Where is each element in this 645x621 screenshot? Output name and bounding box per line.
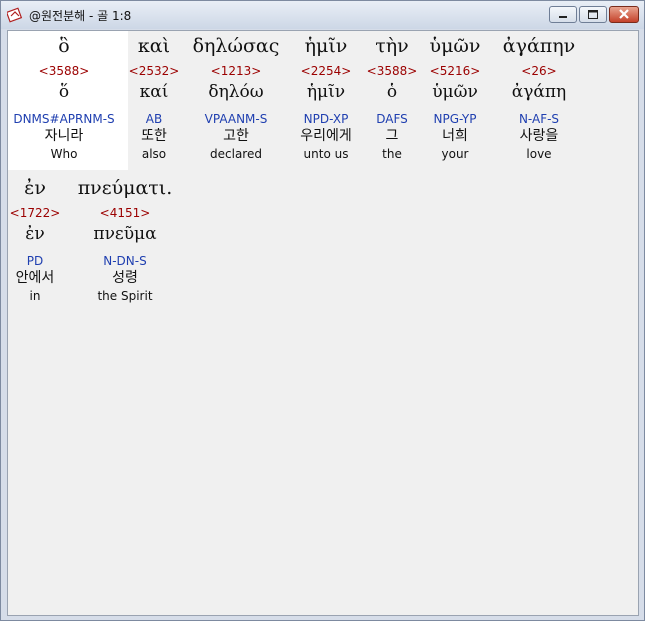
maximize-icon [588, 10, 598, 19]
english-gloss: declared [210, 147, 262, 161]
english-gloss: your [441, 147, 469, 161]
lemma: ἀγάπη [511, 82, 567, 102]
lemma: καί [139, 82, 169, 102]
close-icon [619, 9, 629, 19]
parse-code[interactable]: NPG-YP [422, 111, 488, 127]
parse-code[interactable]: PD [8, 253, 62, 269]
english-gloss: Who [50, 147, 78, 161]
greek-text: ἡμῖν [304, 35, 348, 57]
strong-number[interactable]: <2254> [290, 63, 362, 79]
greek-text: ἀγάπην [502, 35, 576, 57]
word-5[interactable]: τὴν <3588> ὁ DAFS 그 the [366, 33, 418, 162]
english-gloss: also [141, 147, 167, 161]
parse-code[interactable]: AB [126, 111, 182, 127]
english-gloss: unto us [303, 147, 349, 161]
word-9[interactable]: πνεύματι. <4151> πνεῦμα N-DN-S 성령 the Sp… [68, 175, 182, 304]
greek-text: ἐν [24, 177, 46, 199]
app-icon [7, 7, 23, 23]
lemma: ἐν [25, 224, 45, 244]
parse-code[interactable]: DNMS#APRNM-S [8, 111, 120, 127]
lemma: ὁ [386, 82, 398, 102]
application-window: @원전분해 - 골 1:8 ὃ <3588> ὅ DNMS#APRNM-S 자니… [0, 0, 645, 621]
korean-gloss: 또한 [141, 128, 167, 144]
english-gloss: love [526, 147, 552, 161]
korean-gloss: 안에서 [15, 270, 55, 286]
minimize-button[interactable] [549, 6, 577, 23]
parse-code[interactable]: VPAANM-S [188, 111, 284, 127]
word-1[interactable]: ὃ <3588> ὅ DNMS#APRNM-S 자니라 Who [8, 33, 120, 162]
strong-number[interactable]: <3588> [366, 63, 418, 79]
greek-text: δηλώσας [192, 35, 280, 57]
strong-number[interactable]: <4151> [68, 205, 182, 221]
minimize-icon [559, 16, 567, 18]
interlinear-view[interactable]: ὃ <3588> ὅ DNMS#APRNM-S 자니라 Who καὶ <253… [7, 30, 639, 616]
strong-number[interactable]: <1213> [188, 63, 284, 79]
korean-gloss: 고한 [223, 128, 249, 144]
korean-gloss: 우리에게 [300, 128, 352, 144]
lemma: πνεῦμα [93, 224, 157, 244]
word-8[interactable]: ἐν <1722> ἐν PD 안에서 in [8, 175, 62, 304]
strong-number[interactable]: <3588> [8, 63, 120, 79]
strong-number[interactable]: <26> [492, 63, 586, 79]
parse-code[interactable]: N-AF-S [492, 111, 586, 127]
lemma: δηλόω [208, 82, 264, 102]
word-4[interactable]: ἡμῖν <2254> ἡμῖν NPD-XP 우리에게 unto us [290, 33, 362, 162]
parse-code[interactable]: NPD-XP [290, 111, 362, 127]
korean-gloss: 성령 [112, 270, 138, 286]
word-7[interactable]: ἀγάπην <26> ἀγάπη N-AF-S 사랑을 love [492, 33, 586, 162]
greek-text: τὴν [375, 35, 409, 57]
greek-text: καὶ [137, 35, 171, 57]
lemma: ὑμῶν [432, 82, 478, 102]
maximize-button[interactable] [579, 6, 607, 23]
korean-gloss: 그 [385, 128, 399, 144]
greek-text: ὃ [58, 35, 70, 57]
title-bar[interactable]: @원전분해 - 골 1:8 [1, 1, 644, 29]
korean-gloss: 너희 [442, 128, 468, 144]
close-button[interactable] [609, 6, 639, 23]
english-gloss: the Spirit [97, 289, 153, 303]
lemma: ὅ [58, 82, 70, 102]
window-title: @원전분해 - 골 1:8 [29, 9, 132, 23]
strong-number[interactable]: <2532> [126, 63, 182, 79]
strong-number[interactable]: <1722> [8, 205, 62, 221]
greek-text: πνεύματι. [77, 177, 173, 199]
lemma: ἡμῖν [306, 82, 346, 102]
strong-number[interactable]: <5216> [422, 63, 488, 79]
english-gloss: in [29, 289, 41, 303]
english-gloss: the [382, 147, 402, 161]
korean-gloss: 사랑을 [519, 128, 559, 144]
parse-code[interactable]: DAFS [366, 111, 418, 127]
greek-text: ὑμῶν [429, 35, 481, 57]
word-3[interactable]: δηλώσας <1213> δηλόω VPAANM-S 고한 declare… [188, 33, 284, 162]
korean-gloss: 자니라 [44, 128, 84, 144]
parse-code[interactable]: N-DN-S [68, 253, 182, 269]
word-6[interactable]: ὑμῶν <5216> ὑμῶν NPG-YP 너희 your [422, 33, 488, 162]
word-2[interactable]: καὶ <2532> καί AB 또한 also [126, 33, 182, 162]
